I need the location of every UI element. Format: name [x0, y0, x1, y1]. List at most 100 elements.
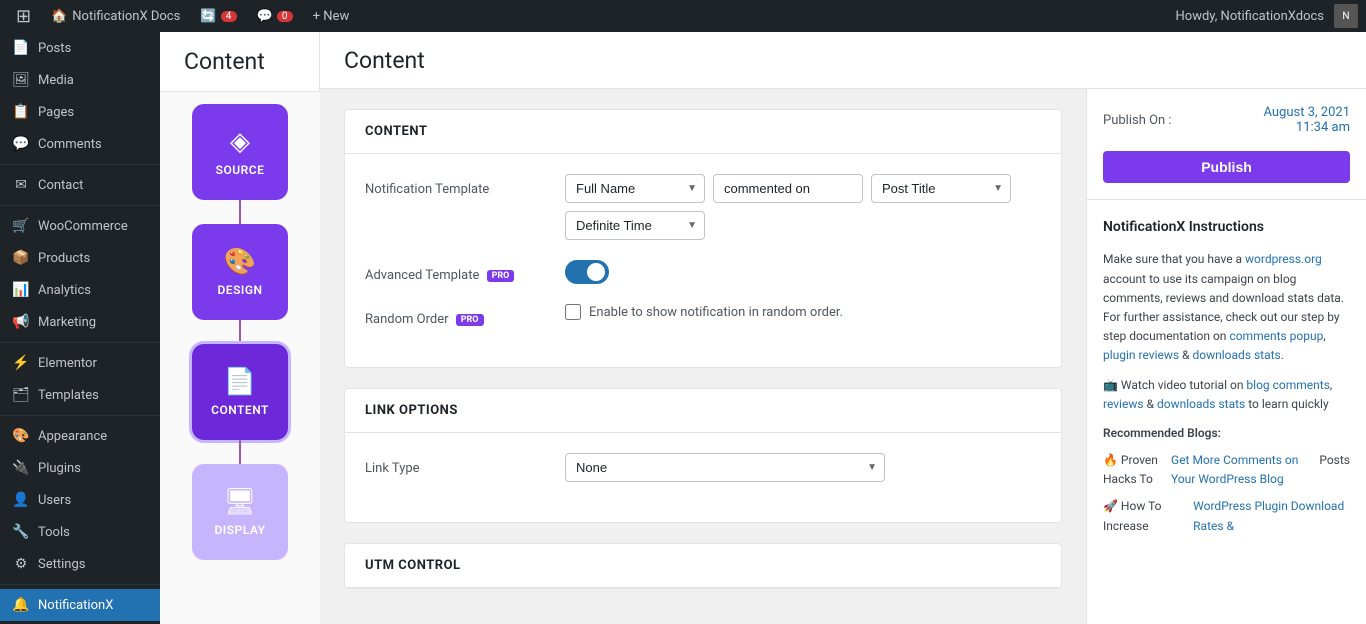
sidebar-divider-1 — [0, 164, 160, 165]
sidebar-item-tools[interactable]: 🔧 Tools — [0, 516, 160, 548]
random-order-row: Random Order PRO Enable to show notifica… — [365, 304, 1041, 327]
plugins-icon: 🔌 — [12, 460, 30, 476]
step-display[interactable]: 🖥 DISPLAY — [160, 464, 320, 560]
admin-bar-howdy: Howdy, NotificationXdocs — [1176, 9, 1324, 24]
definite-time-select[interactable]: Definite Time Human Time — [565, 211, 705, 240]
sidebar-item-analytics[interactable]: 📊 Analytics — [0, 274, 160, 306]
sidebar-item-posts[interactable]: 📄 Posts — [0, 32, 160, 64]
sidebar-item-users[interactable]: 👤 Users — [0, 484, 160, 516]
toggle-slider — [565, 260, 609, 284]
right-sidebar: Publish On : August 3, 2021 11:34 am Pub… — [1086, 89, 1366, 624]
sidebar-item-templates[interactable]: 🗂 Templates — [0, 379, 160, 411]
settings-icon: ⚙ — [12, 556, 30, 572]
advanced-template-controls — [565, 260, 1041, 284]
elementor-icon: ⚡ — [12, 355, 30, 371]
downloads-stats-link[interactable]: downloads stats — [1193, 348, 1281, 362]
users-icon: 👤 — [12, 492, 30, 508]
admin-bar-updates[interactable]: 🔄 4 — [192, 9, 244, 24]
sidebar-divider-4 — [0, 415, 160, 416]
link-type-select[interactable]: None Custom URL Post URL — [565, 453, 885, 482]
products-icon: 📦 — [12, 250, 30, 266]
sidebar-item-plugins[interactable]: 🔌 Plugins — [0, 452, 160, 484]
downloads-link[interactable]: downloads stats — [1157, 397, 1245, 411]
sidebar-item-elementor[interactable]: ⚡ Elementor — [0, 347, 160, 379]
step-content[interactable]: 📄 CONTENT — [160, 344, 320, 464]
instructions-body-2: 📺 Watch video tutorial on blog comments,… — [1103, 376, 1350, 414]
rec1-link[interactable]: Get More Comments on Your WordPress Blog — [1171, 451, 1315, 489]
content-section: CONTENT Notification Template Full Name — [344, 109, 1062, 368]
full-name-select[interactable]: Full Name First Name Last Name Username — [565, 174, 705, 203]
comments-icon: 💬 — [257, 9, 273, 24]
link-type-label: Link Type — [365, 453, 545, 476]
advanced-template-toggle[interactable] — [565, 260, 609, 284]
link-options-header: LINK OPTIONS — [345, 389, 1061, 433]
reviews-link[interactable]: reviews — [1103, 397, 1144, 411]
tools-icon: 🔧 — [12, 524, 30, 540]
post-title-select[interactable]: Post Title Post URL Post Date — [871, 174, 1011, 203]
source-step-icon: ◈ — [230, 127, 250, 157]
sidebar: 📄 Posts 🖼 Media 📋 Pages 💬 Comments ✉ Con… — [0, 32, 160, 624]
posts-icon: 📄 — [12, 40, 30, 56]
marketing-icon: 📢 — [12, 314, 30, 330]
wp-logo-icon[interactable]: ⊞ — [8, 6, 39, 27]
sidebar-item-notificationx[interactable]: 🔔 NotificationX — [0, 589, 160, 621]
step-connector-1 — [239, 200, 241, 224]
sidebar-item-contact[interactable]: ✉ Contact — [0, 169, 160, 201]
rec2-link[interactable]: WordPress Plugin Download Rates & — [1193, 497, 1350, 535]
notificationx-icon: 🔔 — [12, 597, 30, 613]
instructions-body-1: Make sure that you have a wordpress.org … — [1103, 250, 1350, 365]
publish-button[interactable]: Publish — [1103, 151, 1350, 183]
sidebar-item-pages[interactable]: 📋 Pages — [0, 96, 160, 128]
notification-template-label: Notification Template — [365, 174, 545, 197]
publish-box: Publish On : August 3, 2021 11:34 am Pub… — [1087, 89, 1366, 200]
sidebar-item-media[interactable]: 🖼 Media — [0, 64, 160, 96]
sidebar-item-marketing[interactable]: 📢 Marketing — [0, 306, 160, 338]
admin-bar-comments[interactable]: 💬 0 — [249, 9, 301, 24]
comments-count: 0 — [277, 11, 293, 22]
form-page-title: Content — [344, 47, 425, 74]
step-design[interactable]: 🎨 DESIGN — [160, 224, 320, 344]
step-connector-2 — [239, 320, 241, 344]
random-order-checkbox[interactable] — [565, 304, 581, 320]
admin-bar-new[interactable]: + New — [305, 9, 358, 24]
step-box-source[interactable]: ◈ SOURCE — [192, 104, 288, 200]
instructions-title: NotificationX Instructions — [1103, 216, 1350, 238]
step-box-display[interactable]: 🖥 DISPLAY — [192, 464, 288, 560]
admin-avatar[interactable]: N — [1334, 4, 1358, 28]
templates-icon: 🗂 — [12, 387, 30, 403]
sidebar-divider-3 — [0, 342, 160, 343]
publish-row: Publish On : August 3, 2021 11:34 am — [1103, 105, 1350, 135]
comments-sidebar-icon: 💬 — [12, 136, 30, 152]
sidebar-item-settings[interactable]: ⚙ Settings — [0, 548, 160, 580]
step-source[interactable]: ◈ SOURCE — [160, 104, 320, 224]
plugin-reviews-link[interactable]: plugin reviews — [1103, 348, 1179, 362]
sidebar-item-comments[interactable]: 💬 Comments — [0, 128, 160, 160]
sidebar-item-products[interactable]: 📦 Products — [0, 242, 160, 274]
admin-bar: ⊞ 🏠 NotificationX Docs 🔄 4 💬 0 + New How… — [0, 0, 1366, 32]
sidebar-divider-5 — [0, 584, 160, 585]
updates-count: 4 — [221, 11, 237, 22]
main-layout: 📄 Posts 🖼 Media 📋 Pages 💬 Comments ✉ Con… — [0, 32, 1366, 624]
blog-comments-link[interactable]: blog comments — [1246, 378, 1330, 392]
random-order-checkbox-wrap[interactable]: Enable to show notification in random or… — [565, 304, 843, 320]
analytics-icon: 📊 — [12, 282, 30, 298]
random-order-label: Random Order PRO — [365, 304, 545, 327]
form-page-header: Content — [320, 32, 1366, 89]
wordpress-link[interactable]: wordpress.org — [1245, 252, 1322, 266]
media-icon: 🖼 — [12, 72, 30, 88]
post-title-select-wrap: Post Title Post URL Post Date ▼ — [871, 174, 1011, 203]
notification-template-controls: Full Name First Name Last Name Username … — [565, 174, 1041, 240]
admin-bar-site[interactable]: 🏠 NotificationX Docs — [43, 9, 188, 24]
sidebar-item-woocommerce[interactable]: 🛒 WooCommerce — [0, 210, 160, 242]
design-step-icon: 🎨 — [224, 247, 256, 277]
sidebar-divider-2 — [0, 205, 160, 206]
step-box-content[interactable]: 📄 CONTENT — [192, 344, 288, 440]
step-box-design[interactable]: 🎨 DESIGN — [192, 224, 288, 320]
rec-item-2: 🚀 How To Increase WordPress Plugin Downl… — [1103, 497, 1350, 535]
comments-popup-link[interactable]: comments popup — [1229, 329, 1323, 343]
contact-icon: ✉ — [12, 177, 30, 193]
utm-control-header: UTM CONTROL — [345, 544, 1061, 588]
commented-on-field[interactable] — [713, 174, 863, 203]
sidebar-item-appearance[interactable]: 🎨 Appearance — [0, 420, 160, 452]
publish-on-label: Publish On : — [1103, 113, 1172, 128]
